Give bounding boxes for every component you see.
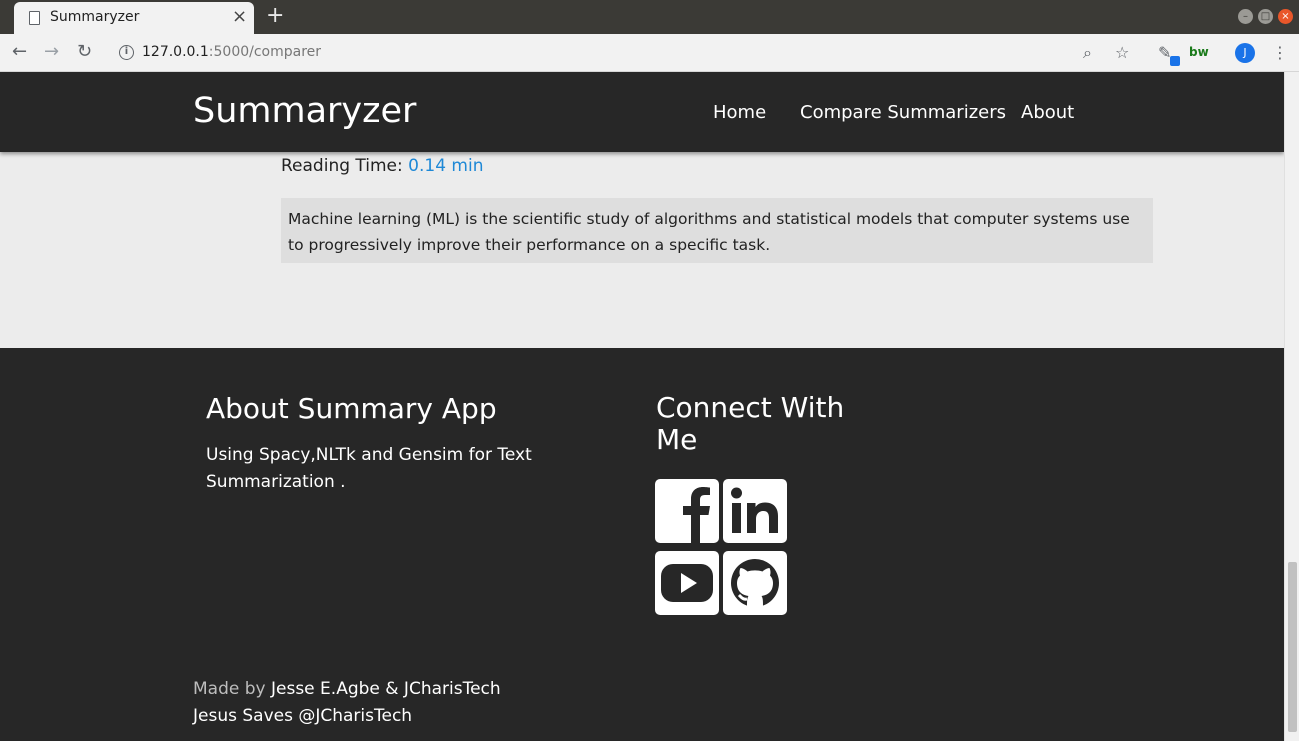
tab-title: Summaryzer: [50, 9, 140, 25]
footer-tagline: Jesus Saves @JCharisTech: [193, 706, 413, 726]
extension-badge-icon: [1170, 56, 1180, 66]
site-info-icon[interactable]: i: [119, 45, 134, 60]
page-viewport: Summaryzer Home Compare Summarizers Abou…: [0, 72, 1284, 741]
extension-bw-icon[interactable]: bw: [1189, 45, 1209, 59]
footer-credits: Made by Jesse E.Agbe & JCharisTech Jesus…: [193, 676, 501, 730]
forward-arrow-icon[interactable]: →: [44, 42, 59, 62]
reload-icon[interactable]: ↻: [77, 42, 92, 62]
github-icon[interactable]: [723, 551, 787, 615]
browser-address-bar: ← → ↻ i 127.0.0.1:5000/comparer ⌕ ☆ ✎ bw…: [0, 34, 1299, 72]
reading-time-value: 0.14 min: [408, 156, 484, 176]
minimize-window-button[interactable]: –: [1238, 9, 1253, 24]
new-tab-icon[interactable]: +: [266, 3, 284, 29]
summary-output: Machine learning (ML) is the scientific …: [281, 198, 1153, 263]
maximize-window-button[interactable]: □: [1258, 9, 1273, 24]
nav-link-compare-summarizers[interactable]: Compare Summarizers: [800, 102, 1006, 123]
youtube-icon[interactable]: [655, 551, 719, 615]
browser-tab-bar: Summaryzer × + – □ ×: [0, 0, 1299, 34]
profile-avatar[interactable]: J: [1235, 43, 1255, 63]
made-by-names[interactable]: Jesse E.Agbe & JCharisTech: [271, 679, 501, 699]
made-by-label: Made by: [193, 679, 266, 699]
close-tab-icon[interactable]: ×: [232, 6, 247, 28]
bookmark-star-icon[interactable]: ☆: [1115, 43, 1129, 63]
back-arrow-icon[interactable]: ←: [12, 42, 27, 62]
url-field[interactable]: 127.0.0.1:5000/comparer: [142, 44, 321, 60]
menu-kebab-icon[interactable]: ⋮: [1272, 43, 1288, 63]
footer-about-text: Using Spacy,NLTk and Gensim for Text Sum…: [206, 445, 532, 492]
nav-link-about[interactable]: About: [1021, 102, 1074, 123]
reading-time: Reading Time: 0.14 min: [281, 156, 483, 176]
nav-link-home[interactable]: Home: [713, 102, 766, 123]
page-icon: [29, 11, 40, 25]
close-window-button[interactable]: ×: [1278, 9, 1293, 24]
footer-connect-title: Connect With Me: [656, 391, 845, 456]
scrollbar-thumb[interactable]: [1288, 562, 1297, 732]
site-brand[interactable]: Summaryzer: [193, 91, 416, 131]
footer-about-title: About Summary App: [206, 392, 497, 425]
made-by-line: Made by Jesse E.Agbe & JCharisTech: [193, 676, 501, 703]
site-footer: About Summary App Using Spacy,NLTk and G…: [0, 348, 1284, 741]
facebook-icon[interactable]: [655, 479, 719, 543]
linkedin-icon[interactable]: [723, 479, 787, 543]
site-navbar: Summaryzer Home Compare Summarizers Abou…: [0, 72, 1284, 152]
page-scrollbar[interactable]: [1284, 72, 1299, 741]
zoom-icon[interactable]: ⌕: [1083, 43, 1092, 63]
reading-time-label: Reading Time:: [281, 156, 403, 176]
browser-tab[interactable]: Summaryzer ×: [14, 2, 254, 34]
